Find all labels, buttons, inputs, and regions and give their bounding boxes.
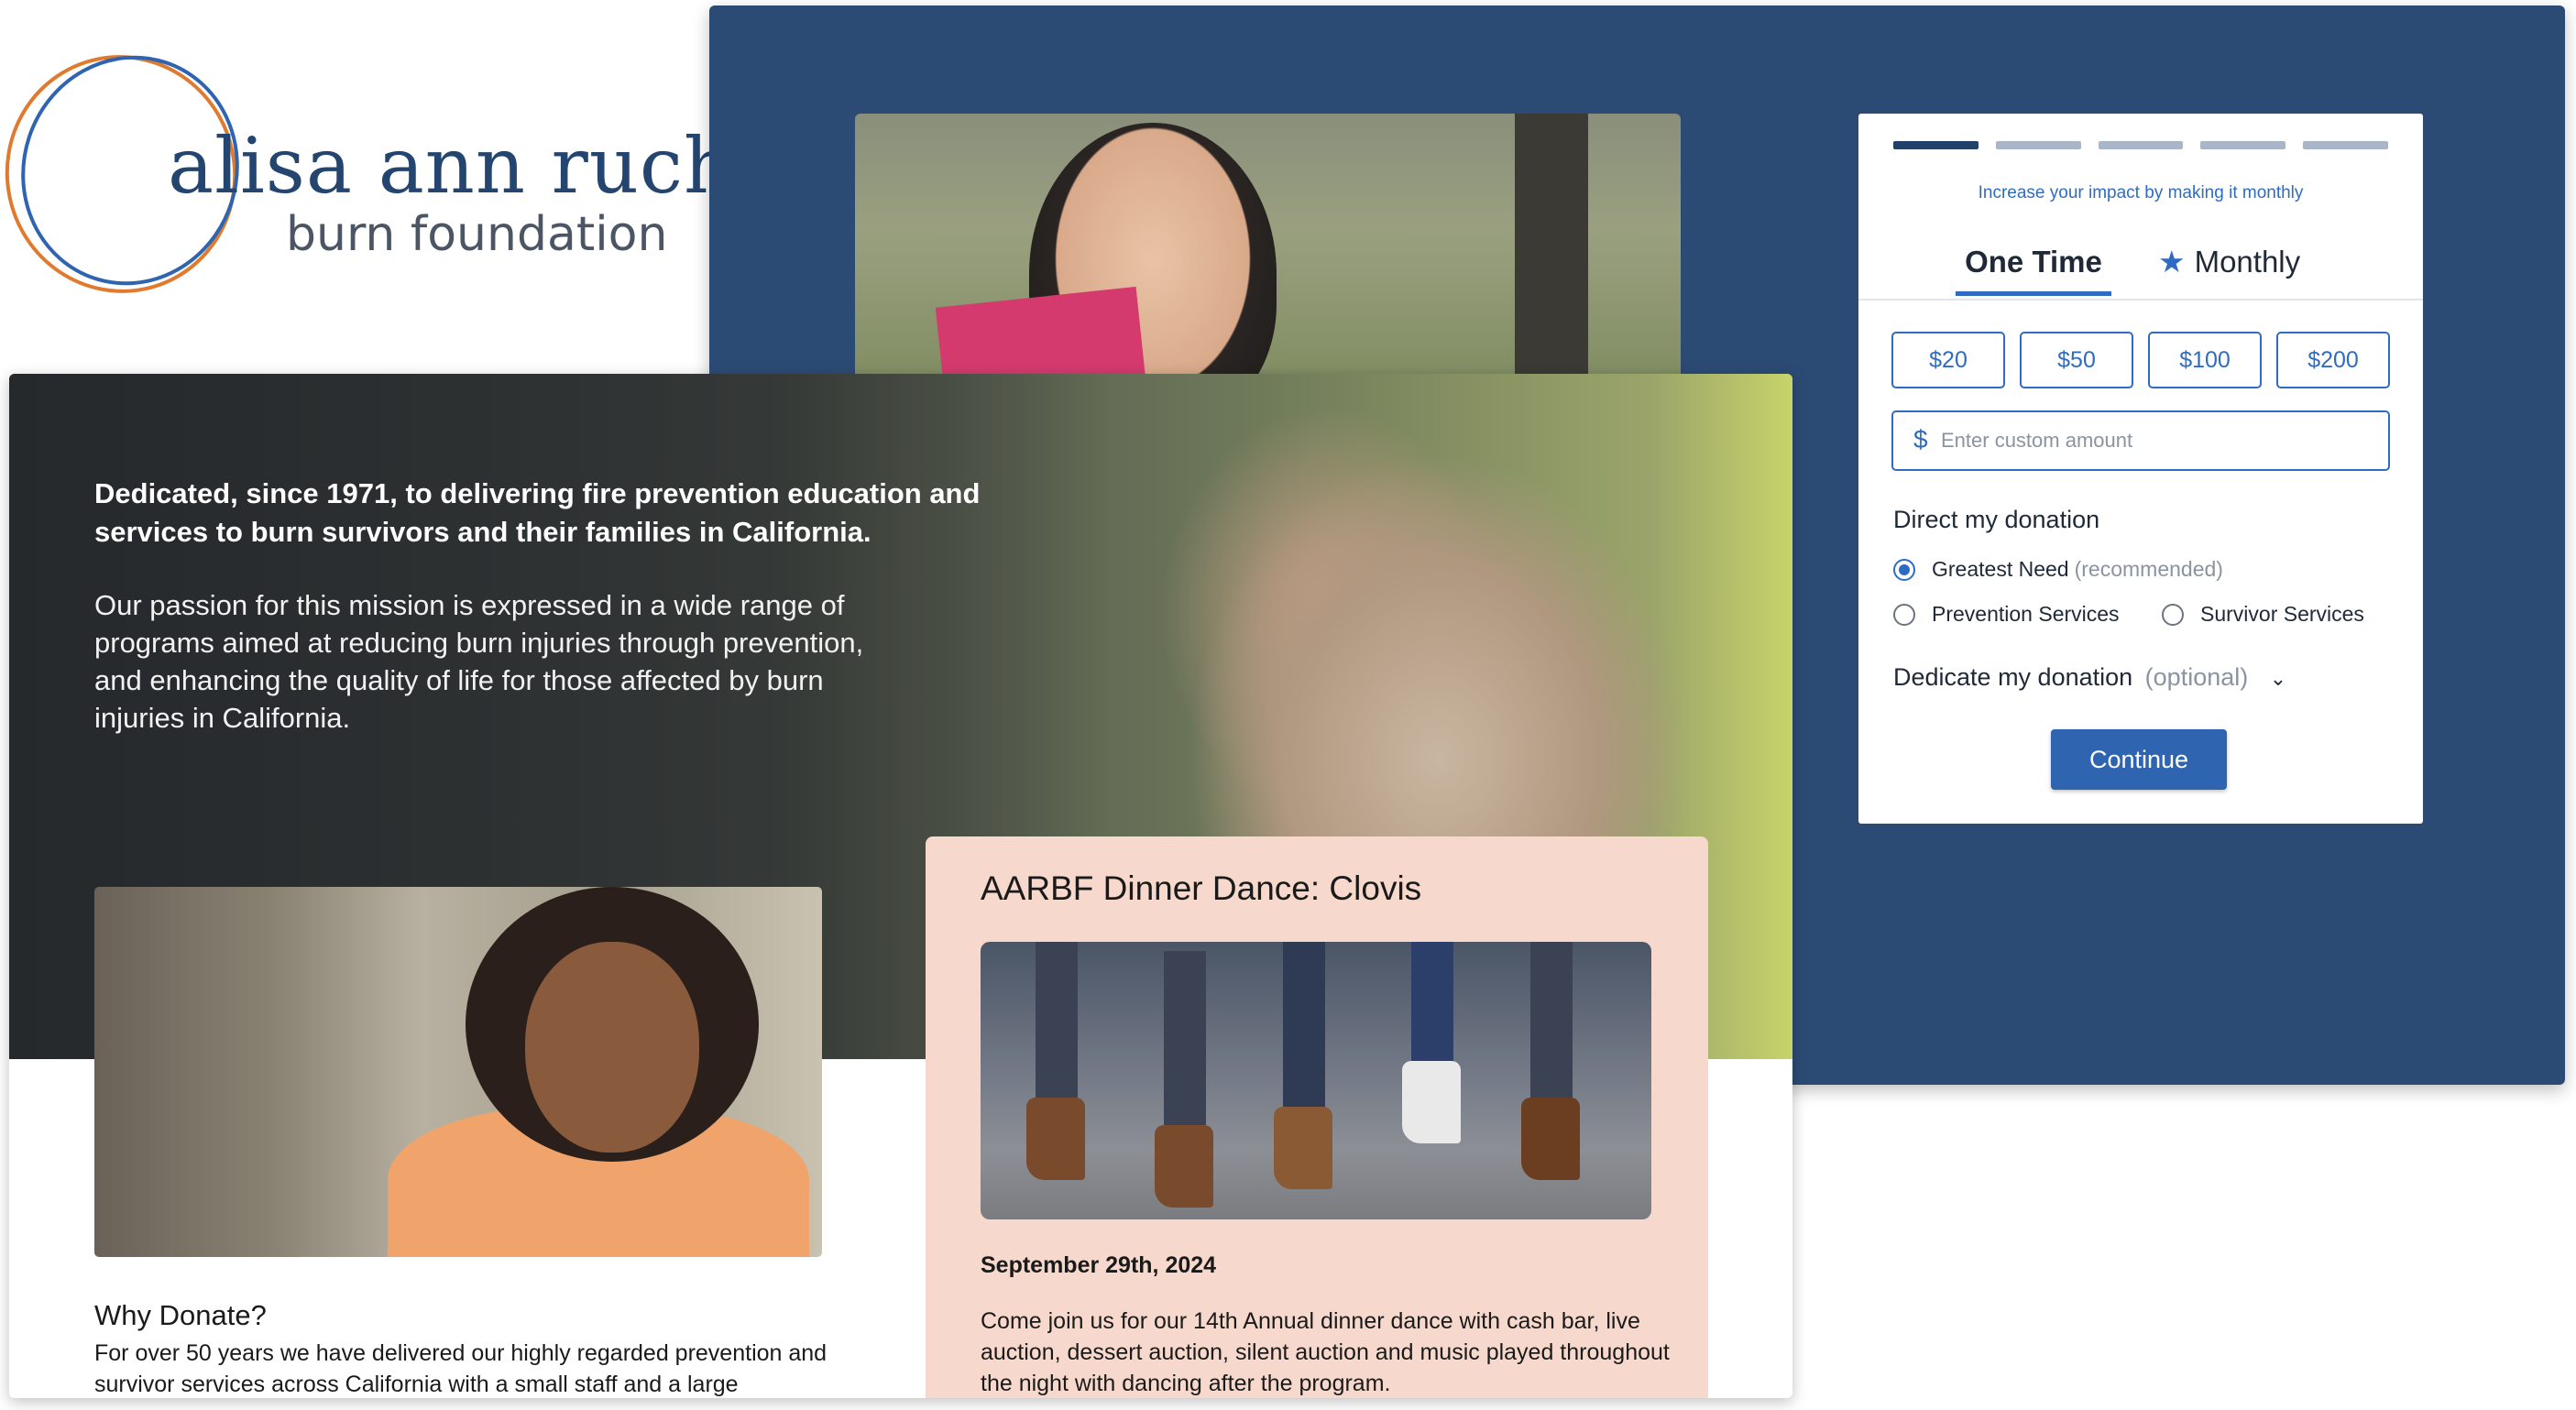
tab-monthly[interactable]: ★ Monthly [2158, 240, 2300, 291]
custom-amount-input[interactable] [1939, 420, 2364, 462]
smiling-woman-photo [94, 887, 822, 1257]
event-card[interactable]: AARBF Dinner Dance: Clovis September 29t… [926, 836, 1708, 1398]
monthly-upsell-text: Increase your impact by making it monthl… [1978, 183, 2304, 202]
photo-leg [1530, 942, 1573, 1116]
hero-lead-text: Dedicated, since 1971, to delivering fir… [94, 477, 981, 548]
why-donate-heading: Why Donate? [94, 1299, 267, 1331]
photo-woman-face [525, 942, 699, 1153]
designation-label: Survivor Services [2200, 602, 2364, 626]
foundation-logo[interactable]: alisa ann ruch burn foundation [0, 46, 733, 302]
photo-boot [1521, 1098, 1580, 1180]
designation-label: Prevention Services [1932, 602, 2120, 626]
photo-tree [1515, 114, 1588, 407]
radio-greatest-need[interactable] [1893, 558, 1915, 581]
chevron-down-icon: ⌄ [2269, 667, 2287, 690]
amount-20-button[interactable]: $20 [1891, 332, 2005, 388]
photo-boot [1274, 1107, 1332, 1189]
dedicate-label: Dedicate my donation [1893, 663, 2133, 691]
amount-50-button[interactable]: $50 [2020, 332, 2133, 388]
progress-step-5 [2303, 141, 2388, 149]
radio-survivor-services[interactable] [2162, 603, 2184, 626]
designation-prevention-services[interactable]: Prevention Services [1893, 602, 2120, 627]
star-icon: ★ [2158, 245, 2186, 279]
designation-greatest-need[interactable]: Greatest Need (recommended) [1893, 557, 2223, 582]
progress-step-3 [2098, 141, 2184, 149]
photo-boot [1155, 1125, 1213, 1208]
why-donate-text: For over 50 years we have delivered our … [94, 1340, 828, 1397]
tab-monthly-label: Monthly [2194, 245, 2301, 279]
amount-options: $20 $50 $100 $200 [1891, 332, 2390, 388]
amount-100-button[interactable]: $100 [2148, 332, 2262, 388]
event-description: Come join us for our 14th Annual dinner … [981, 1308, 1670, 1396]
photo-leg [1036, 942, 1078, 1116]
logo-subtitle: burn foundation [286, 207, 668, 262]
event-title[interactable]: AARBF Dinner Dance: Clovis [981, 869, 1421, 908]
frequency-tabs: One Time ★ Monthly [1858, 233, 2423, 301]
progress-step-2 [1995, 141, 2081, 149]
girl-with-card-photo [855, 114, 1681, 407]
logo-name: alisa ann ruch [168, 121, 735, 211]
photo-leg [1164, 951, 1206, 1125]
photo-leg [1283, 942, 1325, 1116]
radio-prevention-services[interactable] [1893, 603, 1915, 626]
progress-step-4 [2200, 141, 2286, 149]
tab-one-time[interactable]: One Time [1956, 240, 2111, 296]
dancing-boots-photo [981, 942, 1651, 1219]
designation-label: Greatest Need [1932, 557, 2069, 581]
hero-body-text: Our passion for this mission is expresse… [94, 589, 864, 734]
dollar-icon: $ [1913, 425, 1928, 454]
event-date: September 29th, 2024 [981, 1252, 1217, 1278]
dedicate-donation-toggle[interactable]: Dedicate my donation (optional) ⌄ [1893, 663, 2286, 692]
donation-form: Increase your impact by making it monthl… [1858, 114, 2423, 824]
designation-survivor-services[interactable]: Survivor Services [2162, 602, 2364, 627]
photo-boot [1026, 1098, 1085, 1180]
recommended-note: (recommended) [2074, 557, 2223, 581]
homepage-card: Dedicated, since 1971, to delivering fir… [9, 374, 1792, 1398]
progress-steps [1893, 141, 2388, 150]
photo-boot [1402, 1061, 1461, 1143]
direct-donation-heading: Direct my donation [1893, 506, 2100, 533]
continue-button[interactable]: Continue [2051, 729, 2227, 790]
custom-amount-field: $ [1891, 410, 2390, 471]
progress-step-1 [1893, 141, 1979, 149]
amount-200-button[interactable]: $200 [2276, 332, 2390, 388]
optional-note: (optional) [2144, 663, 2249, 691]
